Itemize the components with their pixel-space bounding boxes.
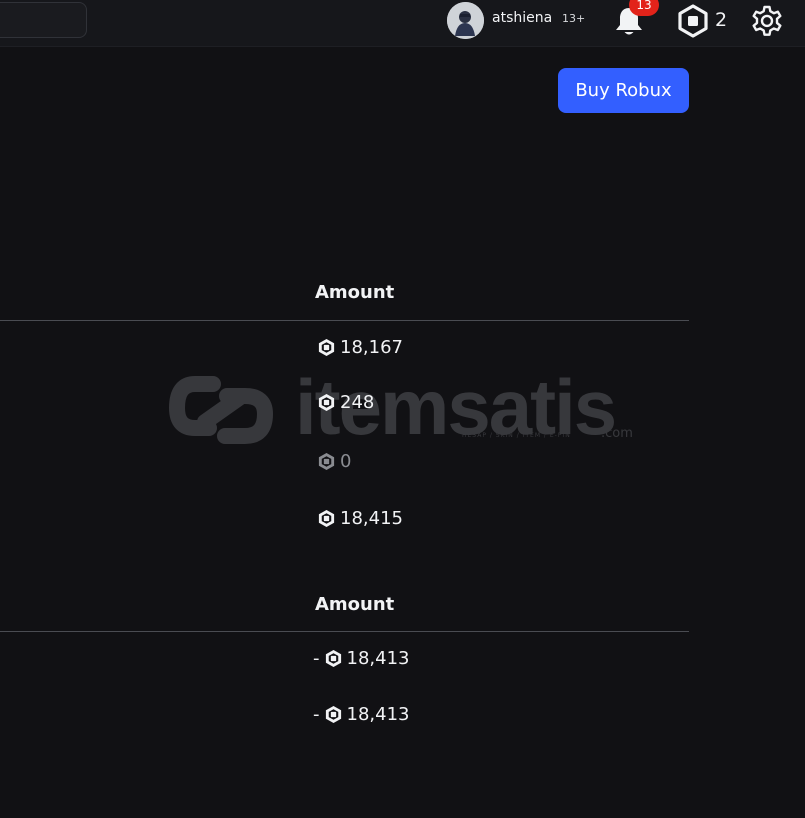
age-badge: 13+ xyxy=(562,12,586,25)
table-row-amount: 18,167 xyxy=(317,337,403,358)
table-divider xyxy=(0,631,689,632)
buy-robux-button[interactable]: Buy Robux xyxy=(558,68,689,113)
settings-button[interactable] xyxy=(749,3,785,39)
table-row-amount: 0 xyxy=(317,451,351,472)
amount-column-header: Amount xyxy=(315,282,395,303)
watermark-logo-icon xyxy=(168,376,274,444)
robux-balance[interactable]: 2 xyxy=(715,9,727,31)
minus-sign: - xyxy=(313,704,320,725)
robux-icon xyxy=(325,705,341,724)
table-row-amount: - 18,413 xyxy=(313,648,409,669)
username[interactable]: atshiena xyxy=(492,10,552,26)
watermark-subtext: HESAP / SKIN / ITEM / E-PIN xyxy=(462,432,571,439)
table-divider xyxy=(0,320,689,321)
amount-value: 18,413 xyxy=(346,704,410,725)
robux-icon xyxy=(678,4,708,38)
robux-icon xyxy=(318,452,335,471)
table-row-amount: - 18,413 xyxy=(313,704,409,725)
amount-value: 0 xyxy=(340,451,352,472)
minus-sign: - xyxy=(313,648,320,669)
robux-icon xyxy=(318,393,335,412)
amount-value: 18,415 xyxy=(340,508,403,529)
table-row-amount: 248 xyxy=(317,392,374,413)
robux-icon xyxy=(318,338,335,357)
notification-count-badge: 13 xyxy=(629,0,659,16)
robux-balance-button[interactable] xyxy=(676,4,710,38)
amount-value: 18,413 xyxy=(346,648,410,669)
avatar-image xyxy=(447,2,484,39)
table-row-amount-total: 18,415 xyxy=(317,508,403,529)
search-input[interactable] xyxy=(0,2,87,38)
amount-column-header: Amount xyxy=(315,594,395,615)
watermark: itemsatis HESAP / SKIN / ITEM / E-PIN .c… xyxy=(165,363,645,451)
robux-icon xyxy=(318,509,335,528)
watermark-suffix: .com xyxy=(601,426,633,441)
gear-icon xyxy=(752,5,782,36)
avatar[interactable] xyxy=(447,2,484,39)
top-nav-bar: atshiena 13+ 13 2 xyxy=(0,0,805,47)
amount-value: 248 xyxy=(340,392,375,413)
robux-icon xyxy=(325,649,341,668)
amount-value: 18,167 xyxy=(340,337,403,358)
